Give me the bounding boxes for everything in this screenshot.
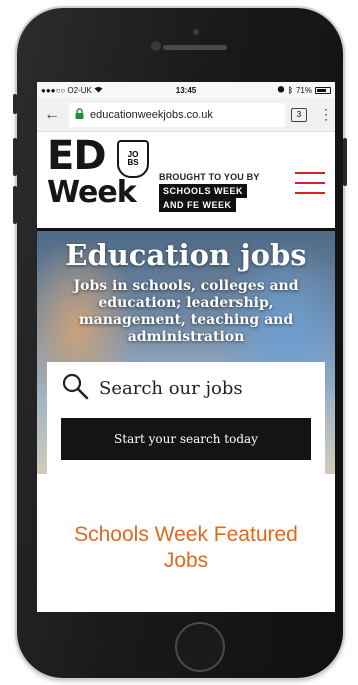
front-camera xyxy=(151,41,161,51)
lock-icon xyxy=(75,107,84,122)
logo-badge-line-2: BS xyxy=(127,158,139,167)
logo-week[interactable]: Week xyxy=(47,176,137,210)
brought-to-you-by: BROUGHT TO YOU BY xyxy=(159,172,260,182)
proximity-sensor xyxy=(193,29,199,35)
site-header: ED JO BS Week BROUGHT TO YOU BY SCHOOLS … xyxy=(37,132,335,228)
url-text: educationweekjobs.co.uk xyxy=(90,108,213,121)
start-search-button[interactable]: Start your search today xyxy=(61,418,311,460)
logo-ed[interactable]: ED xyxy=(47,134,107,178)
hero-title: Education jobs xyxy=(65,238,307,272)
tab-switcher-button[interactable]: 3 xyxy=(291,107,307,122)
hero-subtitle: Jobs in schools, colleges and education;… xyxy=(73,278,299,345)
featured-jobs-heading: Schools Week Featured Jobs xyxy=(74,523,298,572)
hamburger-menu-icon[interactable] xyxy=(295,172,325,194)
earpiece-speaker xyxy=(163,45,227,50)
back-arrow-icon[interactable]: ← xyxy=(41,106,63,124)
volume-up-button xyxy=(13,138,17,176)
home-button[interactable] xyxy=(175,622,225,672)
search-label: Search our jobs xyxy=(99,377,243,399)
phone-screen: ●●●○○ O2-UK 13:45 ᛒ 71% ← educationweekj… xyxy=(37,82,335,612)
browser-toolbar: ← educationweekjobs.co.uk 3 ⋮ xyxy=(37,98,335,132)
volume-down-button xyxy=(13,186,17,224)
status-bar: ●●●○○ O2-UK 13:45 ᛒ 71% xyxy=(37,82,335,98)
battery-icon xyxy=(315,86,331,94)
search-card: Search our jobs Start your search today xyxy=(47,362,325,478)
partner-fe-week: AND FE WEEK xyxy=(159,198,236,212)
clock: 13:45 xyxy=(175,85,197,95)
logo-jobs-badge: JO BS xyxy=(117,140,149,178)
search-icon xyxy=(61,372,89,405)
partner-schools-week: SCHOOLS WEEK xyxy=(159,184,248,198)
power-button xyxy=(343,138,347,186)
more-vertical-icon[interactable]: ⋮ xyxy=(319,106,333,123)
hero-banner: Education jobs Jobs in schools, colleges… xyxy=(37,228,335,478)
silent-switch xyxy=(13,94,17,114)
address-bar[interactable]: educationweekjobs.co.uk xyxy=(69,102,285,127)
